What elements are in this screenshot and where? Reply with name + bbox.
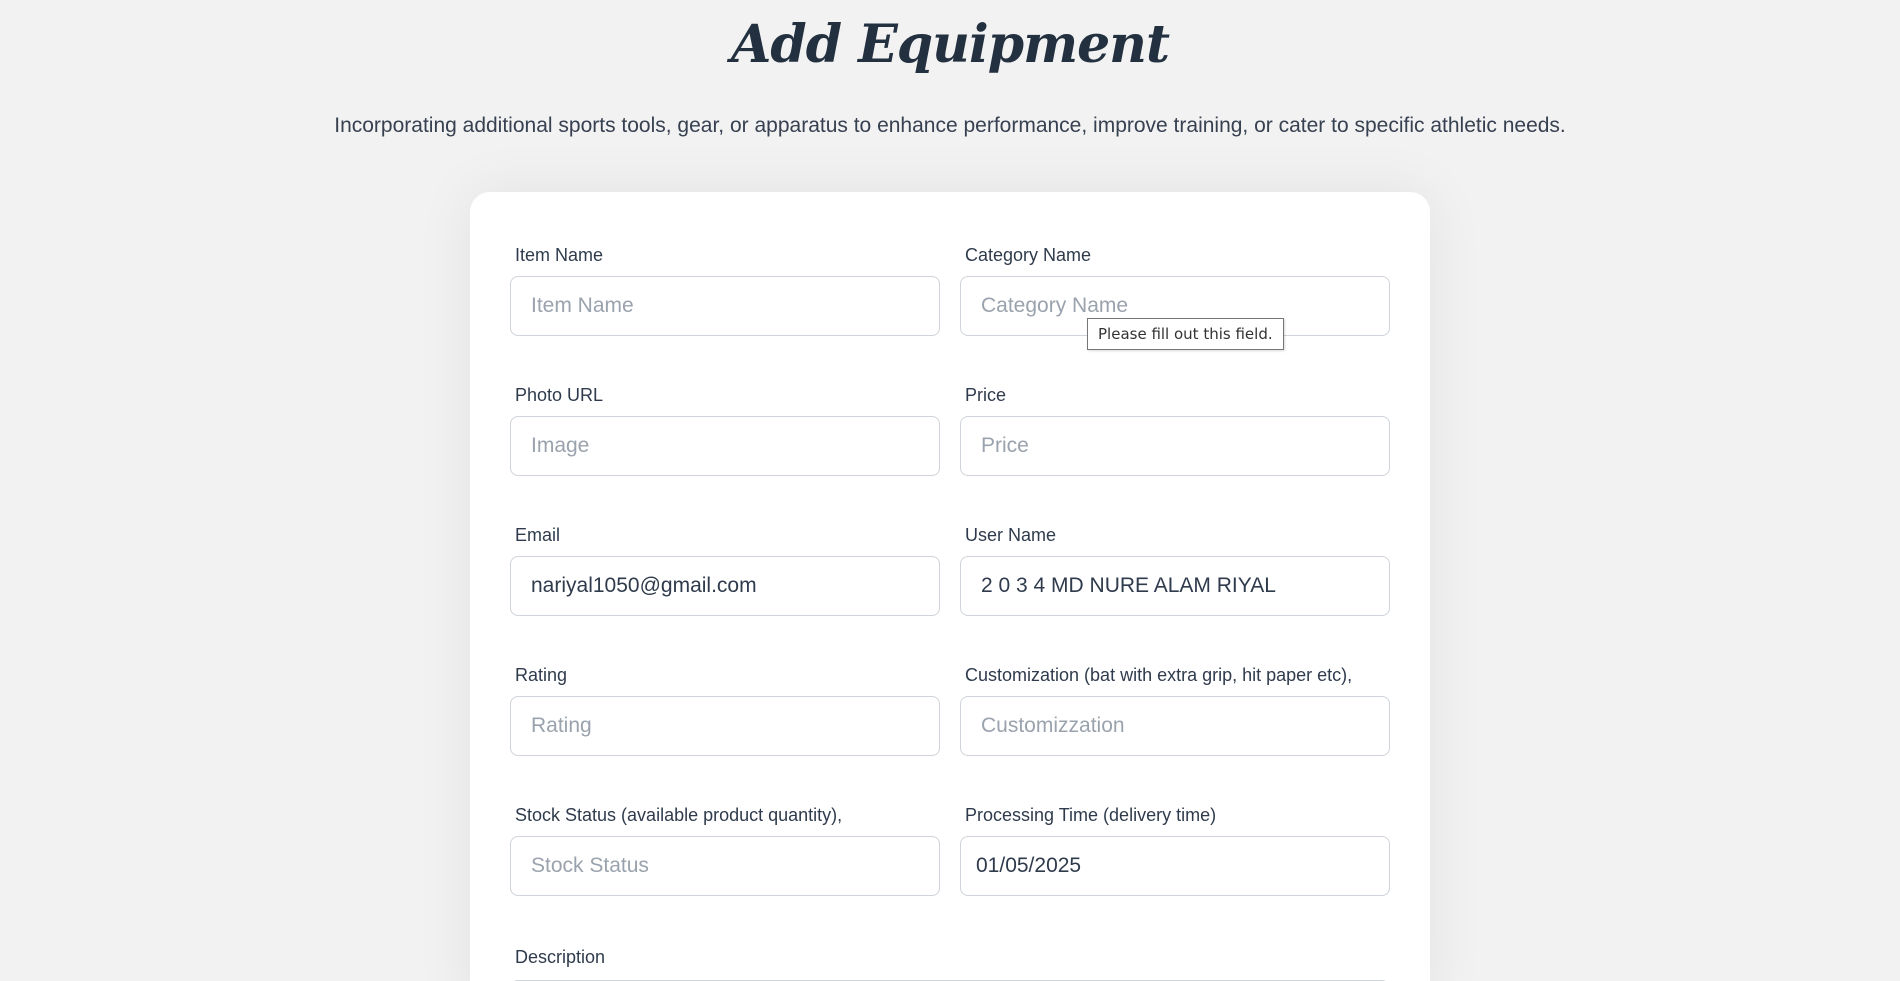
page-subtitle: Incorporating additional sports tools, g…	[334, 114, 1566, 137]
processing-time-field: Processing Time (delivery time)	[960, 804, 1390, 896]
item-name-field: Item Name	[510, 244, 940, 336]
photo-url-input[interactable]	[510, 416, 940, 476]
page-title: Add Equipment	[730, 14, 1170, 75]
rating-label: Rating	[515, 665, 568, 685]
processing-time-label: Processing Time (delivery time)	[965, 805, 1217, 825]
category-name-label: Category Name	[965, 245, 1092, 265]
page: Add Equipment Incorporating additional s…	[0, 0, 1900, 981]
photo-url-field: Photo URL	[510, 384, 940, 476]
email-label: Email	[515, 525, 561, 545]
description-label: Description	[515, 947, 606, 967]
price-field: Price	[960, 384, 1390, 476]
item-name-label: Item Name	[515, 245, 604, 265]
customization-field: Customization (bat with extra grip, hit …	[960, 664, 1390, 756]
user-name-field: User Name	[960, 524, 1390, 616]
email-input[interactable]	[510, 556, 940, 616]
email-field: Email	[510, 524, 940, 616]
user-name-label: User Name	[965, 525, 1057, 545]
validation-tooltip: Please fill out this field.	[1087, 318, 1284, 350]
description-field: Description	[510, 946, 940, 968]
photo-url-label: Photo URL	[515, 385, 604, 405]
stock-status-input[interactable]	[510, 836, 940, 896]
customization-label: Customization (bat with extra grip, hit …	[965, 665, 1353, 685]
rating-field: Rating	[510, 664, 940, 756]
stock-status-label: Stock Status (available product quantity…	[515, 805, 843, 825]
price-input[interactable]	[960, 416, 1390, 476]
category-name-field: Category Name	[960, 244, 1390, 336]
item-name-input[interactable]	[510, 276, 940, 336]
add-equipment-form: Item Name Category Name Photo URL Price …	[470, 192, 1430, 981]
user-name-input[interactable]	[960, 556, 1390, 616]
processing-time-input[interactable]	[960, 836, 1390, 896]
price-label: Price	[965, 385, 1007, 405]
rating-input[interactable]	[510, 696, 940, 756]
stock-status-field: Stock Status (available product quantity…	[510, 804, 940, 896]
customization-input[interactable]	[960, 696, 1390, 756]
